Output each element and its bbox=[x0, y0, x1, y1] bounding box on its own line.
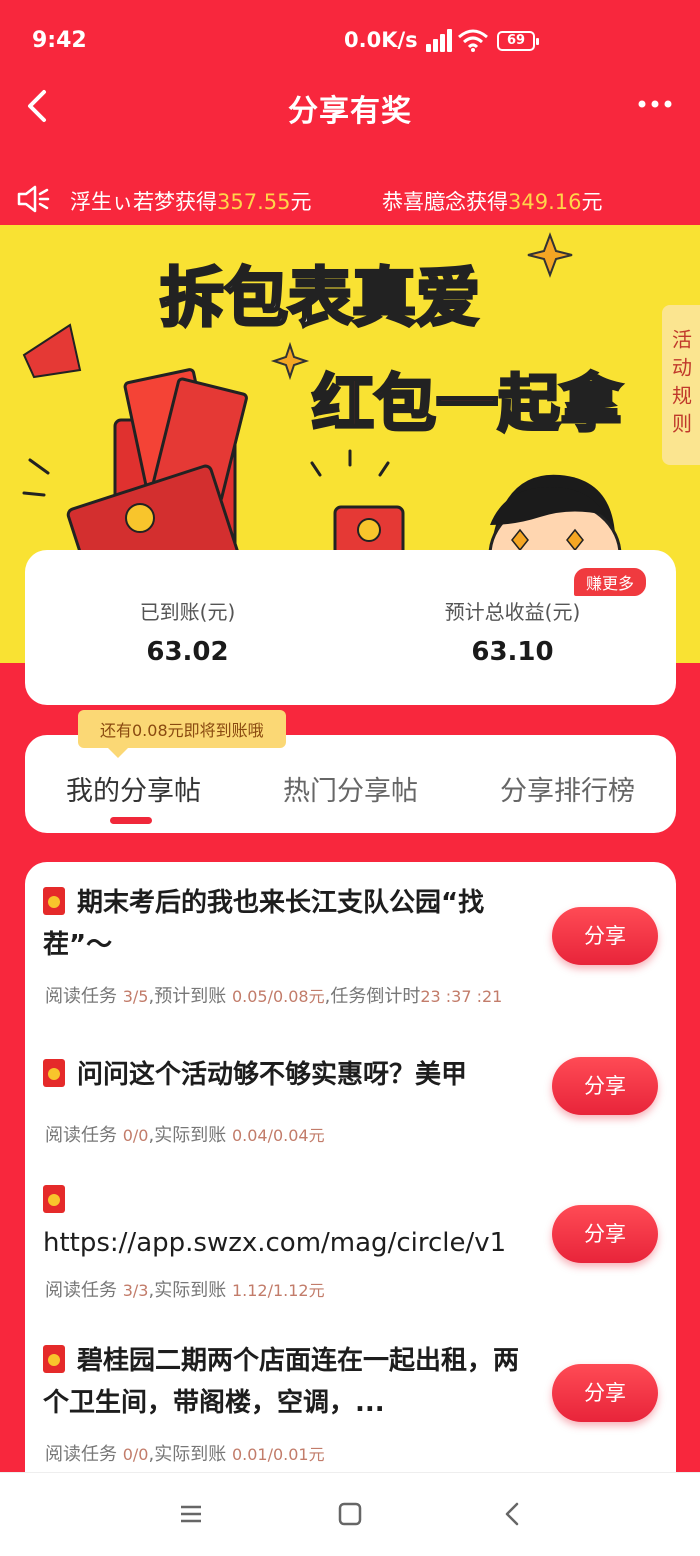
received-value: 63.02 bbox=[146, 637, 229, 667]
post-title: 期末考后的我也来长江支队公园“找茬”～ bbox=[43, 887, 485, 960]
earnings-card: 已到账(元) 63.02 预计总收益(元) 63.10 赚更多 bbox=[25, 550, 676, 705]
tab-hot-shares[interactable]: 热门分享帖 bbox=[242, 769, 459, 808]
share-button[interactable]: 分享 bbox=[552, 1057, 658, 1115]
battery-icon: 69 bbox=[497, 31, 539, 51]
more-icon[interactable] bbox=[638, 94, 672, 114]
received-summary: 已到账(元) 63.02 bbox=[25, 596, 350, 667]
post-list: 期末考后的我也来长江支队公园“找茬”～ 阅读任务 3/5,预计到账 0.05/0… bbox=[25, 862, 676, 1482]
estimated-label: 预计总收益(元) bbox=[444, 600, 581, 624]
nav-back-icon[interactable] bbox=[500, 1501, 526, 1527]
red-packet-icon bbox=[43, 1185, 65, 1213]
tab-my-shares[interactable]: 我的分享帖 bbox=[25, 769, 242, 808]
red-packet-icon bbox=[43, 1059, 65, 1087]
estimated-summary: 预计总收益(元) 63.10 bbox=[350, 596, 675, 667]
post-title: 问问这个活动够不够实惠呀？美甲 bbox=[43, 1054, 523, 1096]
share-button[interactable]: 分享 bbox=[552, 1364, 658, 1422]
post-title: 碧桂园二期两个店面连在一起出租，两个卫生间，带阁楼，空调，... bbox=[43, 1345, 520, 1418]
page-title: 分享有奖 bbox=[288, 94, 412, 129]
activity-rules-button[interactable]: 活动规则 bbox=[662, 305, 700, 465]
wifi-icon bbox=[458, 29, 488, 52]
recent-apps-icon[interactable] bbox=[178, 1501, 204, 1527]
tab-share-ranking[interactable]: 分享排行榜 bbox=[459, 769, 676, 808]
network-speed: 0.0K/s bbox=[344, 28, 418, 52]
earn-more-badge[interactable]: 赚更多 bbox=[573, 568, 646, 596]
status-bar: 9:42 0.0K/s 69 bbox=[0, 0, 700, 80]
status-time: 9:42 bbox=[32, 28, 87, 53]
post-meta: 阅读任务 3/5,预计到账 0.05/0.08元,任务倒计时23 :37 :21 bbox=[45, 986, 503, 1007]
home-icon[interactable] bbox=[337, 1501, 363, 1527]
banner-headline-1: 拆包表真爱 bbox=[160, 262, 480, 336]
system-nav-bar bbox=[0, 1472, 700, 1556]
red-packet-icon bbox=[43, 1345, 65, 1373]
app-header: 分享有奖 bbox=[0, 80, 700, 140]
tab-indicator bbox=[110, 817, 152, 824]
post-meta: 阅读任务 0/0,实际到账 0.04/0.04元 bbox=[45, 1125, 325, 1146]
received-label: 已到账(元) bbox=[139, 600, 236, 624]
ticker-message: 浮生ぃ若梦获得357.55元 bbox=[70, 190, 312, 214]
post-meta: 阅读任务 3/3,实际到账 1.12/1.12元 bbox=[45, 1280, 325, 1301]
ticker-message: 恭喜臆念获得349.16元 bbox=[382, 190, 603, 214]
pending-tip: 还有0.08元即将到账哦 bbox=[78, 710, 286, 758]
red-packet-icon bbox=[43, 887, 65, 915]
signal-icon bbox=[420, 28, 452, 52]
winners-ticker: 浮生ぃ若梦获得357.55元 恭喜臆念获得349.16元 bbox=[0, 178, 700, 224]
share-button[interactable]: 分享 bbox=[552, 907, 658, 965]
banner-headline-2: 红包一起拿 bbox=[312, 367, 623, 440]
share-button[interactable]: 分享 bbox=[552, 1205, 658, 1263]
speaker-icon bbox=[17, 185, 50, 213]
post-title: https://app.swzx.com/mag/circle/v1 bbox=[43, 1180, 523, 1264]
post-meta: 阅读任务 0/0,实际到账 0.01/0.01元 bbox=[45, 1444, 325, 1465]
estimated-value: 63.10 bbox=[471, 637, 554, 667]
